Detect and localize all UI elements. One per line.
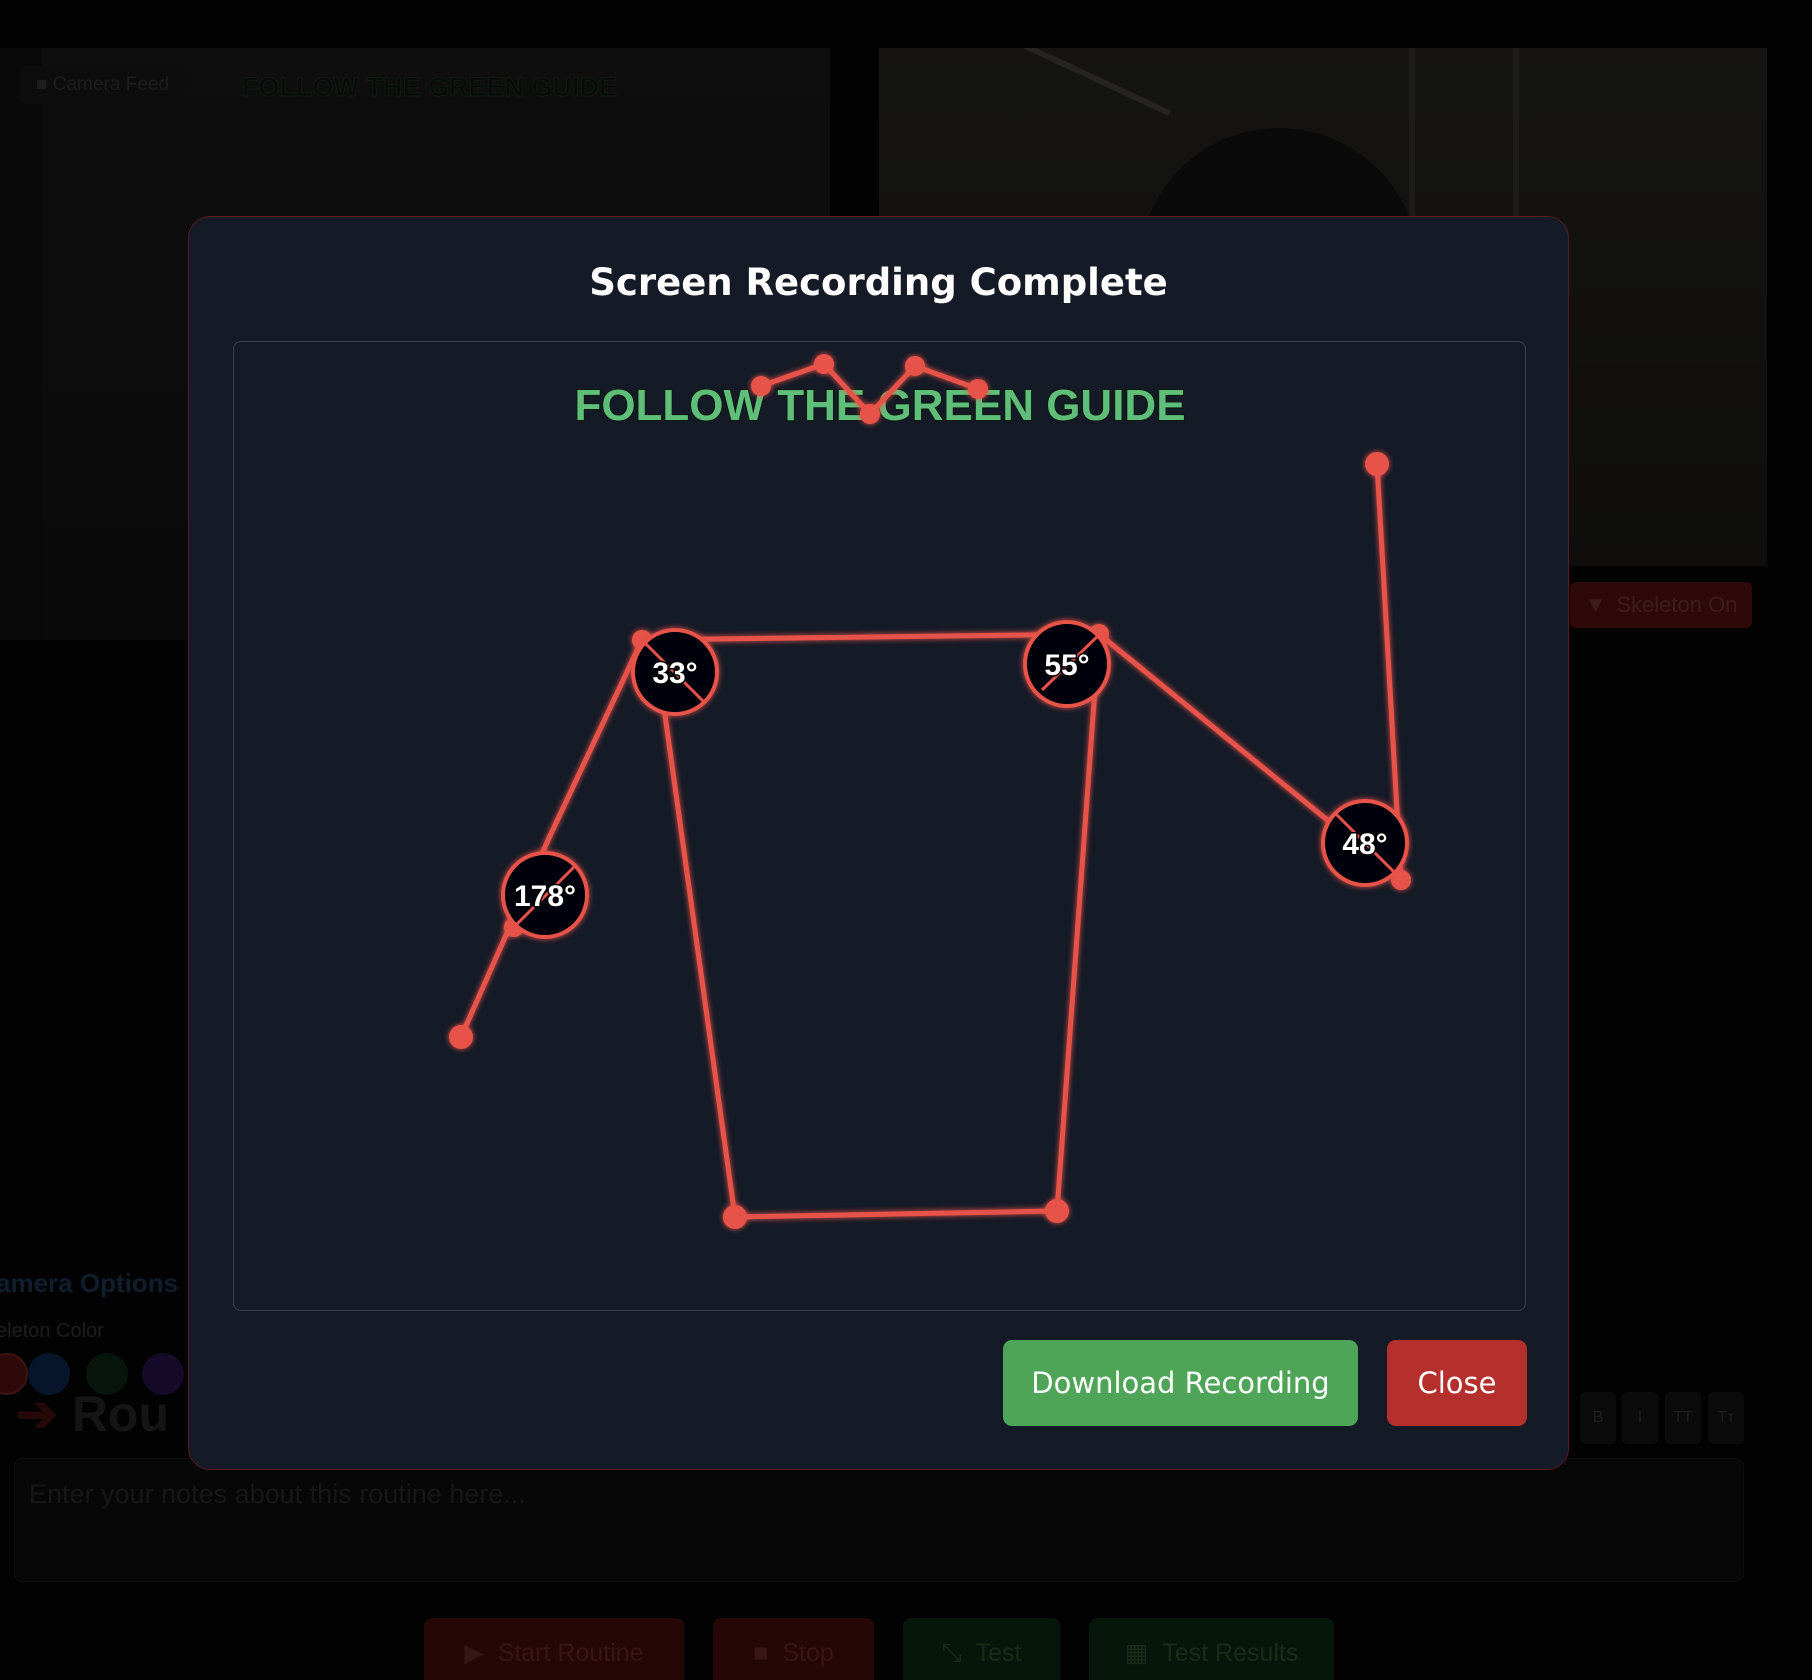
joint-right-wrist (1365, 452, 1389, 476)
angle-badge-right-shoulder: 55° (1023, 620, 1111, 708)
angle-label-left-elbow: 178° (514, 880, 576, 913)
close-button[interactable]: Close (1387, 1340, 1527, 1426)
skeleton-overlay: FOLLOW THE GREEN GUIDE 33° 55° 178° 48° (449, 354, 1411, 1229)
joint-head-5 (968, 379, 988, 399)
left-arm (458, 637, 645, 1040)
recording-preview[interactable]: FOLLOW THE GREEN GUIDE 33° 55° 178° 48° (233, 341, 1526, 1311)
joint-head-3 (860, 404, 880, 424)
angle-label-left-shoulder: 33° (652, 657, 697, 690)
angle-badge-right-elbow: 48° (1321, 799, 1409, 887)
joint-left-wrist (449, 1025, 473, 1049)
joint-right-hip (1045, 1199, 1069, 1223)
angle-label-right-shoulder: 55° (1044, 649, 1089, 682)
joint-head-2 (814, 354, 834, 374)
joint-head-4 (905, 356, 925, 376)
recording-complete-modal: Screen Recording Complete FOLLOW THE GRE… (188, 216, 1569, 1470)
modal-title: Screen Recording Complete (589, 261, 1168, 304)
angle-label-right-elbow: 48° (1342, 828, 1387, 861)
app-page: ■ Camera Feed FOLLOW THE GREEN GUIDE ▼ S… (0, 0, 1812, 1680)
torso-outline (639, 631, 1102, 1220)
angle-badge-left-shoulder: 33° (631, 628, 719, 716)
angle-badge-left-elbow: 178° (501, 851, 589, 939)
download-recording-button[interactable]: Download Recording (1003, 1340, 1358, 1426)
joint-head-1 (751, 376, 771, 396)
joint-left-hip (723, 1205, 747, 1229)
